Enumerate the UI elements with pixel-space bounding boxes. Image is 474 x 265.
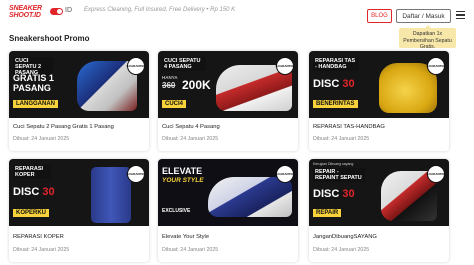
promo-card[interactable]: CUCI SEPATU 4 PASANG HANYA 360 200K CUCI… [158,51,298,151]
banner-disc: DISC 30 [313,79,355,90]
promo-title[interactable]: Cuci Sepatu 4 Pasang [162,124,220,130]
promo-card[interactable]: REPARASI TAS - HANDBAG DISC 30 BENERINTA… [309,51,449,151]
register-login-button[interactable]: Daftar / Masuk [396,9,451,23]
banner-headline: CUCI SEPATU 4 PASANG [162,57,206,71]
promo-title[interactable]: REPARASI KOPER [13,234,64,240]
blog-button[interactable]: BLOG [367,9,392,23]
disc-percent: 30 [342,78,355,90]
guarantee-badge: GUARANTEE [276,165,295,183]
language-toggle[interactable] [50,8,63,15]
promo-date: Dibuat: 24 Januari 2025 [313,247,370,253]
brand-logo[interactable]: SNEAKER SHOOT.ID [9,5,43,19]
suitcase-photo [91,167,131,223]
disc-percent: 30 [342,188,355,200]
guarantee-badge: GUARANTEE [127,57,146,75]
promo-banner: REPARASI KOPER DISC 30 KOPERKU GUARANTEE [9,159,149,226]
guarantee-badge: GUARANTEE [276,57,295,75]
promo-title[interactable]: REPARASI TAS-HANDBAG [313,124,385,130]
sneaker-photo [208,177,292,217]
banner-cta: KOPERKU [13,209,50,217]
banner-cta: REPAIR [313,209,342,217]
disc-label: DISC [13,186,40,198]
disc-label: DISC [313,188,340,200]
top-navbar: SNEAKER SHOOT.ID ID Express Cleaning, Fu… [0,0,474,28]
banner-disc: DISC 30 [313,189,355,200]
disc-percent: 30 [42,186,55,198]
promo-banner: ELEVATE YOUR STYLE EXCLUSIVE GUARANTEE [158,159,298,226]
banner-headline: REPAIR - REPAINT SEPATU [313,168,365,182]
tagline-text: Express Cleaning, Full Insured, Free Del… [84,7,236,13]
promo-date: Dibuat: 24 Januari 2025 [313,136,370,142]
banner-cta: BENERINTAS [313,100,358,108]
promo-banner: CUCI SEPATU 2 PASANG GRATIS 1 PASANG LAN… [9,51,149,118]
hamburger-menu-icon[interactable] [456,11,465,21]
guarantee-badge: GUARANTEE [127,165,146,183]
promo-card[interactable]: CUCI SEPATU 2 PASANG GRATIS 1 PASANG LAN… [9,51,149,151]
banner-cta: LANGGANAN [13,100,58,108]
banner-small-text: Kerugian Dibuang sayang [313,162,354,166]
promo-banner: CUCI SEPATU 4 PASANG HANYA 360 200K CUCI… [158,51,298,118]
banner-headline: REPARASI TAS - HANDBAG [313,57,359,71]
banner-headline: REPARASI KOPER [13,165,51,179]
promo-card[interactable]: ELEVATE YOUR STYLE EXCLUSIVE GUARANTEE E… [158,159,298,262]
promo-title[interactable]: Cuci Sepatu 2 Pasang Gratis 1 Pasang [13,124,114,130]
banner-hanya: HANYA [162,75,178,80]
guarantee-badge: GUARANTEE [427,57,446,75]
promo-banner: REPARASI TAS - HANDBAG DISC 30 BENERINTA… [309,51,449,118]
guarantee-badge: GUARANTEE [427,165,446,183]
banner-cta: CUCI4 [162,100,187,108]
banner-old-price: 360 [162,81,176,90]
disc-label: DISC [313,78,340,90]
promo-card[interactable]: REPARASI KOPER DISC 30 KOPERKU GUARANTEE… [9,159,149,262]
promo-date: Dibuat: 24 Januari 2025 [162,247,219,253]
promo-date: Dibuat: 24 Januari 2025 [13,136,70,142]
promo-date: Dibuat: 24 Januari 2025 [162,136,219,142]
promo-date: Dibuat: 24 Januari 2025 [13,247,70,253]
banner-new-price: 200K [182,78,211,92]
promo-tooltip: Dapatkan 1x Pembersihan Sepatu Gratis. [399,25,456,50]
section-title: Sneakershoot Promo [9,34,90,43]
promo-banner: Kerugian Dibuang sayang REPAIR - REPAINT… [309,159,449,226]
promo-title[interactable]: JanganDibuangSAYANG [313,234,377,240]
banner-offer: GRATIS 1 PASANG [13,73,54,93]
promo-title[interactable]: Elevate Your Style [162,234,209,240]
banner-exclusive: EXCLUSIVE [162,208,191,214]
promo-card[interactable]: Kerugian Dibuang sayang REPAIR - REPAINT… [309,159,449,262]
banner-disc: DISC 30 [13,187,55,198]
language-label: ID [65,7,72,14]
banner-headline: ELEVATE [162,166,203,176]
banner-subheadline: YOUR STYLE [162,177,204,184]
